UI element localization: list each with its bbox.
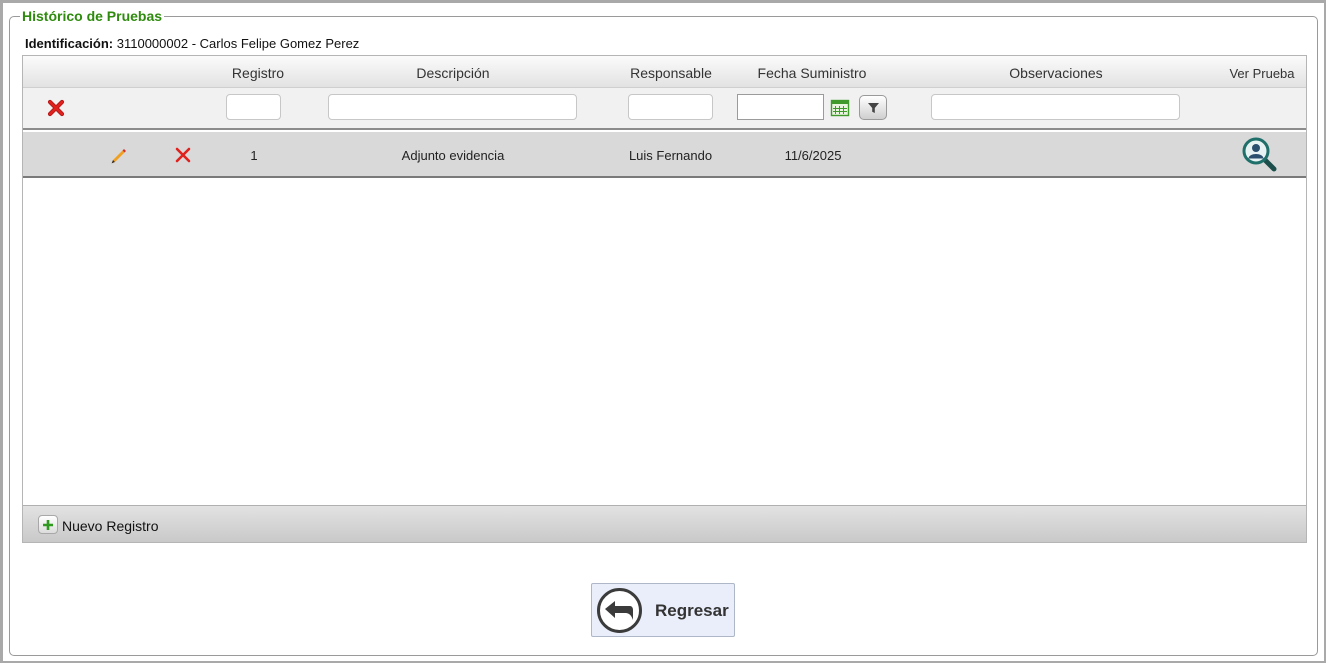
identification-label: Identificación: xyxy=(25,36,114,51)
column-header-fecha[interactable]: Fecha Suministro xyxy=(750,65,874,81)
cell-registro: 1 xyxy=(250,148,258,163)
history-grid: Registro Descripción Responsable Fecha S… xyxy=(22,55,1307,543)
grid-header: Registro Descripción Responsable Fecha S… xyxy=(23,56,1306,88)
filter-observaciones-input[interactable] xyxy=(931,94,1180,120)
column-header-registro[interactable]: Registro xyxy=(228,65,288,81)
column-header-ver-prueba: Ver Prueba xyxy=(1229,66,1295,81)
back-button[interactable]: Regresar xyxy=(591,583,735,637)
add-record-label[interactable]: Nuevo Registro xyxy=(62,518,159,534)
magnifier-user-icon[interactable] xyxy=(1242,137,1278,173)
delete-icon[interactable] xyxy=(174,146,192,164)
pencil-icon[interactable] xyxy=(109,146,127,164)
identification-value: 3110000002 - Carlos Felipe Gomez Perez xyxy=(116,36,360,51)
cell-responsable: Luis Fernando xyxy=(628,148,713,163)
cell-fecha: 11/6/2025 xyxy=(784,148,842,163)
back-arrow-icon xyxy=(597,588,642,633)
column-header-descripcion[interactable]: Descripción xyxy=(353,65,553,81)
add-record-button[interactable] xyxy=(38,515,58,534)
cell-descripcion: Adjunto evidencia xyxy=(401,148,505,163)
filter-fecha-input[interactable] xyxy=(737,94,824,120)
back-button-label: Regresar xyxy=(655,601,729,620)
clear-filter-icon[interactable] xyxy=(47,99,65,117)
plus-icon xyxy=(43,519,53,530)
filter-responsable-input[interactable] xyxy=(628,94,713,120)
filter-row xyxy=(23,88,1306,130)
grid-footer: Nuevo Registro xyxy=(23,505,1306,542)
filter-registro-input[interactable] xyxy=(226,94,281,120)
panel-title: Histórico de Pruebas xyxy=(22,8,163,24)
filter-icon xyxy=(868,103,879,113)
calendar-icon[interactable] xyxy=(830,98,850,118)
column-header-responsable[interactable]: Responsable xyxy=(626,65,716,81)
filter-descripcion-input[interactable] xyxy=(328,94,577,120)
table-row[interactable]: 1 Adjunto evidencia Luis Fernando 11/6/2… xyxy=(23,132,1306,178)
identification-line: Identificación: 3110000002 - Carlos Feli… xyxy=(25,36,359,51)
filter-button[interactable] xyxy=(859,95,887,120)
column-header-observaciones[interactable]: Observaciones xyxy=(956,65,1156,81)
